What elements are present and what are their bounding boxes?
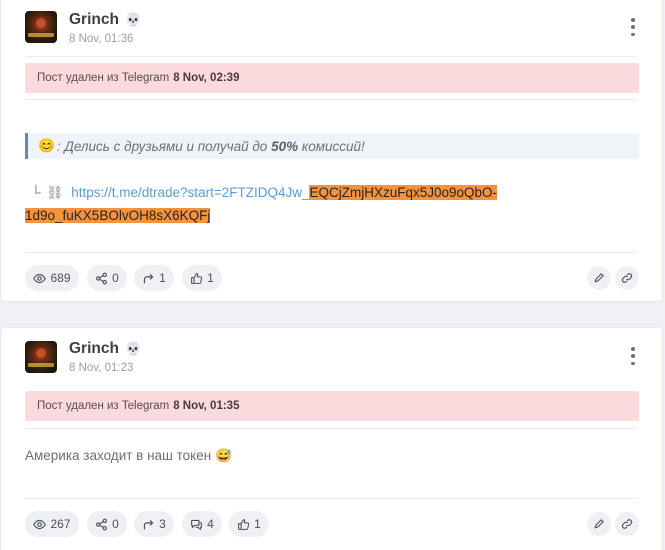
shares-counter[interactable]: 0	[87, 511, 127, 537]
post-card: Grinch 💀 8 Nov, 01:36 Пост удален из Tel…	[0, 0, 663, 302]
views-count: 267	[50, 517, 71, 531]
copy-link-button[interactable]	[615, 266, 639, 290]
skull-icon: 💀	[124, 12, 142, 27]
divider	[25, 428, 637, 429]
likes-counter[interactable]: 1	[229, 511, 269, 537]
divider	[25, 99, 637, 100]
comments-icon	[191, 519, 203, 530]
skull-icon: 💀	[124, 341, 142, 356]
post-timestamp: 8 Nov, 01:23	[69, 362, 134, 374]
promo-suffix: комиссий!	[301, 138, 365, 154]
shares-counter[interactable]: 0	[87, 265, 127, 291]
forwards-counter[interactable]: 1	[134, 265, 174, 291]
share-icon	[96, 518, 108, 530]
views-counter[interactable]: 267	[25, 511, 79, 537]
likes-count: 1	[207, 271, 214, 285]
author-name[interactable]: Grinch 💀	[69, 11, 141, 29]
edit-button[interactable]	[587, 512, 611, 536]
views-counter[interactable]: 689	[25, 265, 79, 291]
edit-button[interactable]	[587, 266, 611, 290]
deleted-notice: Пост удален из Telegram 8 Nov, 02:39	[25, 63, 639, 93]
post-message: Америка заходит в наш токен 😅	[25, 448, 232, 464]
pencil-icon	[594, 273, 604, 283]
kebab-menu-icon[interactable]	[630, 18, 636, 36]
views-count: 689	[50, 271, 71, 285]
thumbs-up-icon	[191, 272, 203, 284]
link-icon	[621, 519, 633, 529]
divider	[25, 498, 637, 499]
forwards-counter[interactable]: 3	[134, 511, 174, 537]
link-text: https://t.me/dtrade?start=2FTZIDQ4Jw_	[71, 185, 310, 200]
forwards-count: 1	[159, 271, 166, 285]
eye-icon	[33, 273, 47, 283]
link-icon	[621, 273, 633, 283]
deleted-notice-text: Пост удален из Telegram	[37, 400, 170, 412]
comments-count: 4	[207, 517, 214, 531]
deleted-notice-text: Пост удален из Telegram	[37, 72, 170, 84]
likes-count: 1	[254, 517, 261, 531]
deleted-notice-date: 8 Nov, 02:39	[173, 72, 240, 84]
forward-icon	[143, 273, 154, 283]
promo-quote: 😊 : Делись с друзьями и получай до 50% к…	[25, 133, 639, 159]
copy-link-button[interactable]	[615, 512, 639, 536]
pencil-icon	[594, 519, 604, 529]
share-icon	[96, 272, 108, 284]
corner-icon: └	[31, 185, 41, 200]
post-card: Grinch 💀 8 Nov, 01:23 Пост удален из Tel…	[0, 327, 663, 550]
referral-link-block: └ ⛓ https://t.me/dtrade?start=2FTZIDQ4Jw…	[25, 181, 625, 227]
forwards-count: 3	[159, 517, 166, 531]
author-name[interactable]: Grinch 💀	[69, 340, 141, 358]
message-text: Америка заходит в наш токен	[25, 448, 212, 463]
deleted-notice: Пост удален из Telegram 8 Nov, 01:35	[25, 391, 639, 421]
chain-icon: ⛓	[46, 185, 64, 200]
forward-icon	[143, 519, 154, 529]
kebab-menu-icon[interactable]	[630, 347, 636, 365]
eye-icon	[33, 519, 47, 529]
divider	[25, 56, 637, 57]
thumbs-up-icon	[238, 518, 250, 530]
avatar[interactable]	[25, 11, 57, 43]
referral-link[interactable]: https://t.me/dtrade?start=2FTZIDQ4Jw_EQC…	[25, 185, 498, 223]
promo-percent: 50%	[271, 138, 299, 154]
sweat-smile-emoji-icon: 😅	[214, 448, 232, 463]
smile-emoji-icon: 😊	[38, 138, 55, 153]
shares-count: 0	[112, 271, 119, 285]
avatar[interactable]	[25, 341, 57, 373]
author-name-text: Grinch	[69, 340, 119, 357]
comments-counter[interactable]: 4	[182, 511, 222, 537]
post-timestamp: 8 Nov, 01:36	[69, 33, 134, 45]
author-name-text: Grinch	[69, 11, 119, 28]
shares-count: 0	[112, 517, 119, 531]
promo-text: : Делись с друзьями и получай до	[56, 138, 268, 154]
deleted-notice-date: 8 Nov, 01:35	[173, 400, 240, 412]
divider	[25, 252, 637, 253]
likes-counter[interactable]: 1	[182, 265, 222, 291]
